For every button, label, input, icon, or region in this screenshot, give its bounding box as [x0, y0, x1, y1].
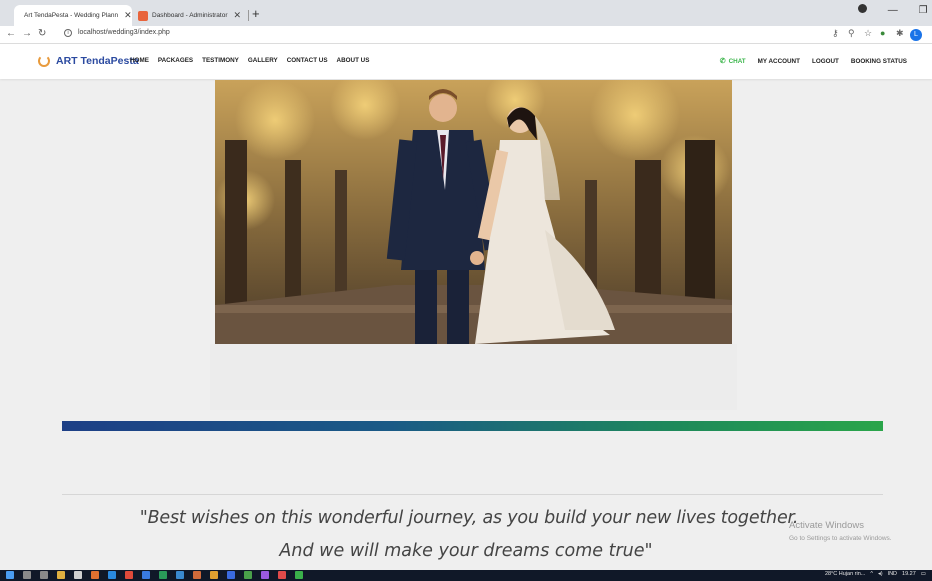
url-text: localhost/wedding3/index.php: [77, 29, 170, 36]
profile-avatar[interactable]: L: [910, 29, 922, 41]
notification-icon[interactable]: ▭: [921, 571, 926, 577]
excel-icon[interactable]: [159, 571, 167, 579]
clock[interactable]: 19.27: [902, 571, 916, 577]
brand-logo[interactable]: ART TendaPesta: [38, 55, 139, 67]
main-nav: HOME PACKAGES TESTIMONY GALLERY CONTACT …: [130, 57, 369, 64]
word-icon[interactable]: [142, 571, 150, 579]
tab-art-tendapesta[interactable]: Art TendaPesta - Wedding Plann ✕: [14, 5, 132, 26]
nav-gallery[interactable]: GALLERY: [248, 57, 278, 64]
minimize-icon[interactable]: —: [888, 5, 898, 16]
powerpoint-icon[interactable]: [193, 571, 201, 579]
tab-dashboard[interactable]: Dashboard - Administrator ✕: [132, 5, 248, 26]
app-icon[interactable]: [295, 571, 303, 579]
window-controls: — ❐: [840, 4, 928, 16]
volume-icon[interactable]: ◂): [878, 571, 883, 577]
bookmark-star-icon[interactable]: ☆: [864, 28, 872, 39]
store-icon[interactable]: [74, 571, 82, 579]
nav-about-us[interactable]: ABOUT US: [337, 57, 370, 64]
windows-taskbar: 28°C Hujan rin... ^ ◂) IND 19.27 ▭: [0, 570, 932, 581]
my-account-link[interactable]: MY ACCOUNT: [758, 58, 800, 65]
edge-icon[interactable]: [108, 571, 116, 579]
checklist-icon[interactable]: [244, 571, 252, 579]
new-tab-button[interactable]: +: [252, 6, 260, 21]
wedding-couple-photo: [215, 80, 732, 344]
site-header: ART TendaPesta HOME PACKAGES TESTIMONY G…: [0, 44, 932, 79]
tab-title: Dashboard - Administrator: [152, 12, 228, 19]
xampp-icon[interactable]: [91, 571, 99, 579]
back-icon[interactable]: ←: [6, 28, 16, 39]
mail-icon[interactable]: [176, 571, 184, 579]
browser-tabbar: Art TendaPesta - Wedding Plann ✕ Dashboa…: [0, 0, 932, 26]
extension-icon[interactable]: ●: [880, 28, 885, 38]
extensions-puzzle-icon[interactable]: ✱: [896, 28, 904, 39]
app-icon[interactable]: [278, 571, 286, 579]
language-indicator[interactable]: IND: [888, 571, 897, 577]
search-icon[interactable]: [23, 571, 31, 579]
nav-packages[interactable]: PACKAGES: [158, 57, 193, 64]
brand-name: ART TendaPesta: [56, 55, 139, 67]
url-field[interactable]: i localhost/wedding3/index.php: [64, 29, 170, 37]
account-nav: ✆ CHAT MY ACCOUNT LOGOUT BOOKING STATUS: [719, 57, 907, 66]
site-info-icon[interactable]: i: [64, 29, 72, 37]
file-explorer-icon[interactable]: [57, 571, 65, 579]
site-favicon-icon: [138, 10, 148, 21]
gradient-divider-bar: [62, 421, 883, 431]
chrome-icon[interactable]: [125, 571, 133, 579]
quote-line-2: And we will make your dreams come true": [279, 541, 653, 561]
clasped-hands: [470, 251, 484, 265]
hero-shadow: [210, 344, 737, 410]
vscode-icon[interactable]: [227, 571, 235, 579]
logout-link[interactable]: LOGOUT: [812, 58, 839, 65]
chat-label: CHAT: [728, 57, 746, 65]
tab-divider: [248, 10, 249, 21]
nav-testimony[interactable]: TESTIMONY: [202, 57, 239, 64]
app-icon[interactable]: [210, 571, 218, 579]
zoom-icon[interactable]: ⚲: [848, 28, 855, 39]
task-view-icon[interactable]: [40, 571, 48, 579]
hero-image: [215, 80, 732, 344]
start-icon[interactable]: [6, 571, 14, 579]
tab-close-icon[interactable]: ✕: [124, 10, 132, 21]
brand-ring-icon: [38, 55, 50, 67]
tab-close-icon[interactable]: ✕: [234, 10, 242, 21]
app-icon[interactable]: [261, 571, 269, 579]
system-tray: 28°C Hujan rin... ^ ◂) IND 19.27 ▭: [825, 571, 926, 577]
weather-status[interactable]: 28°C Hujan rin...: [825, 571, 865, 577]
section-divider: [62, 494, 883, 495]
address-bar: ← → ↻ i localhost/wedding3/index.php ⚷ ⚲…: [0, 26, 932, 44]
booking-status-link[interactable]: BOOKING STATUS: [851, 58, 907, 65]
nav-home[interactable]: HOME: [130, 57, 149, 64]
phone-icon: ✆: [719, 58, 726, 65]
forward-icon[interactable]: →: [22, 28, 32, 39]
restore-icon[interactable]: ❐: [919, 5, 928, 16]
tray-chevron-icon[interactable]: ^: [870, 571, 873, 577]
chat-link[interactable]: ✆ CHAT: [719, 57, 746, 66]
key-icon[interactable]: ⚷: [832, 28, 839, 39]
tab-title: Art TendaPesta - Wedding Plann: [24, 12, 119, 19]
watermark-title: Activate Windows: [789, 520, 864, 531]
activate-windows-watermark: Activate Windows Go to Settings to activ…: [789, 520, 892, 542]
nav-contact-us[interactable]: CONTACT US: [287, 57, 328, 64]
watermark-subtitle: Go to Settings to activate Windows.: [789, 535, 892, 542]
reload-icon[interactable]: ↻: [38, 28, 46, 39]
account-dot-icon[interactable]: [858, 4, 867, 13]
taskbar-apps: [6, 571, 303, 579]
